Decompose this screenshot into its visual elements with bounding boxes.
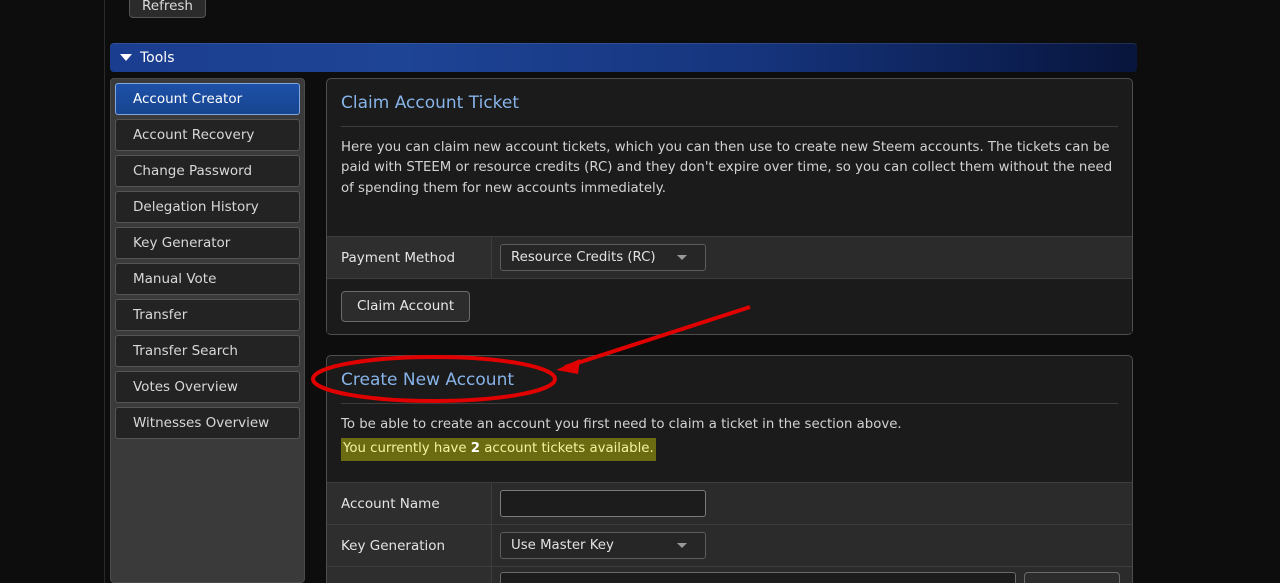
page-title: Claim Account Ticket: [341, 93, 520, 113]
create-description: To be able to create an account you firs…: [327, 404, 1132, 461]
sidebar-item-label: Manual Vote: [133, 271, 217, 287]
sidebar-item-delegation-history[interactable]: Delegation History: [115, 191, 300, 223]
app-root: Refresh Tools Account Creator Account Rec…: [0, 0, 1280, 583]
sidebar-item-label: Key Generator: [133, 235, 231, 251]
claim-account-ticket-panel: Claim Account Ticket Here you can claim …: [326, 78, 1133, 335]
sidebar-item-transfer[interactable]: Transfer: [115, 299, 300, 331]
key-generation-field: Use Master Key: [492, 525, 1132, 566]
partial-text-input[interactable]: [500, 572, 1016, 583]
key-generation-value: Use Master Key: [511, 538, 614, 553]
payment-method-field: Resource Credits (RC): [492, 237, 1132, 278]
payment-method-label: Payment Method: [327, 237, 492, 278]
tools-sidebar: Account Creator Account Recovery Change Pa…: [110, 78, 305, 583]
sidebar-item-label: Transfer Search: [133, 343, 238, 359]
refresh-button[interactable]: Refresh: [129, 0, 206, 18]
partial-row-label: [327, 567, 492, 583]
sidebar-item-label: Change Password: [133, 163, 253, 179]
notice-prefix: You currently have: [343, 441, 471, 457]
partial-row-field: [492, 567, 1132, 583]
account-name-input[interactable]: [500, 490, 706, 517]
create-description-text: To be able to create an account you firs…: [341, 417, 902, 432]
account-name-label: Account Name: [327, 483, 492, 524]
sidebar-item-label: Account Recovery: [133, 127, 255, 143]
payment-method-select[interactable]: Resource Credits (RC): [500, 244, 706, 271]
account-name-row: Account Name: [327, 482, 1132, 524]
ticket-availability-notice: You currently have 2 account tickets ava…: [341, 438, 656, 461]
sidebar-item-manual-vote[interactable]: Manual Vote: [115, 263, 300, 295]
key-generation-row: Key Generation Use Master Key: [327, 524, 1132, 566]
sidebar-item-label: Delegation History: [133, 199, 259, 215]
left-border: [104, 0, 105, 583]
sidebar-item-change-password[interactable]: Change Password: [115, 155, 300, 187]
claim-account-button[interactable]: Claim Account: [341, 290, 471, 322]
create-account-title: Create New Account: [341, 370, 515, 390]
sidebar-item-label: Transfer: [133, 307, 188, 323]
key-generation-label: Key Generation: [327, 525, 492, 566]
notice-suffix: account tickets available.: [480, 441, 654, 457]
tools-section-header[interactable]: Tools: [110, 43, 1137, 72]
payment-method-value: Resource Credits (RC): [511, 250, 656, 265]
claim-description: Here you can claim new account tickets, …: [341, 140, 1113, 196]
key-generation-select[interactable]: Use Master Key: [500, 532, 706, 559]
claim-button-row: Claim Account: [327, 278, 1132, 333]
chevron-down-icon: [677, 543, 687, 548]
sidebar-item-key-generator[interactable]: Key Generator: [115, 227, 300, 259]
sidebar-item-account-creator[interactable]: Account Creator: [115, 83, 300, 115]
sidebar-item-label: Votes Overview: [133, 379, 238, 395]
payment-method-row: Payment Method Resource Credits (RC): [327, 236, 1132, 278]
sidebar-item-votes-overview[interactable]: Votes Overview: [115, 371, 300, 403]
chevron-down-icon: [677, 255, 687, 260]
partial-row: [327, 566, 1132, 583]
sidebar-item-label: Witnesses Overview: [133, 415, 270, 431]
account-name-field: [492, 483, 1132, 524]
tools-label: Tools: [140, 49, 175, 66]
create-new-account-panel: Create New Account To be able to create …: [326, 355, 1133, 583]
sidebar-item-account-recovery[interactable]: Account Recovery: [115, 119, 300, 151]
partial-action-button[interactable]: [1024, 572, 1120, 583]
sidebar-item-transfer-search[interactable]: Transfer Search: [115, 335, 300, 367]
sidebar-item-label: Account Creator: [133, 91, 243, 107]
triangle-down-icon: [120, 54, 132, 61]
sidebar-item-witnesses-overview[interactable]: Witnesses Overview: [115, 407, 300, 439]
ticket-count: 2: [470, 441, 481, 457]
